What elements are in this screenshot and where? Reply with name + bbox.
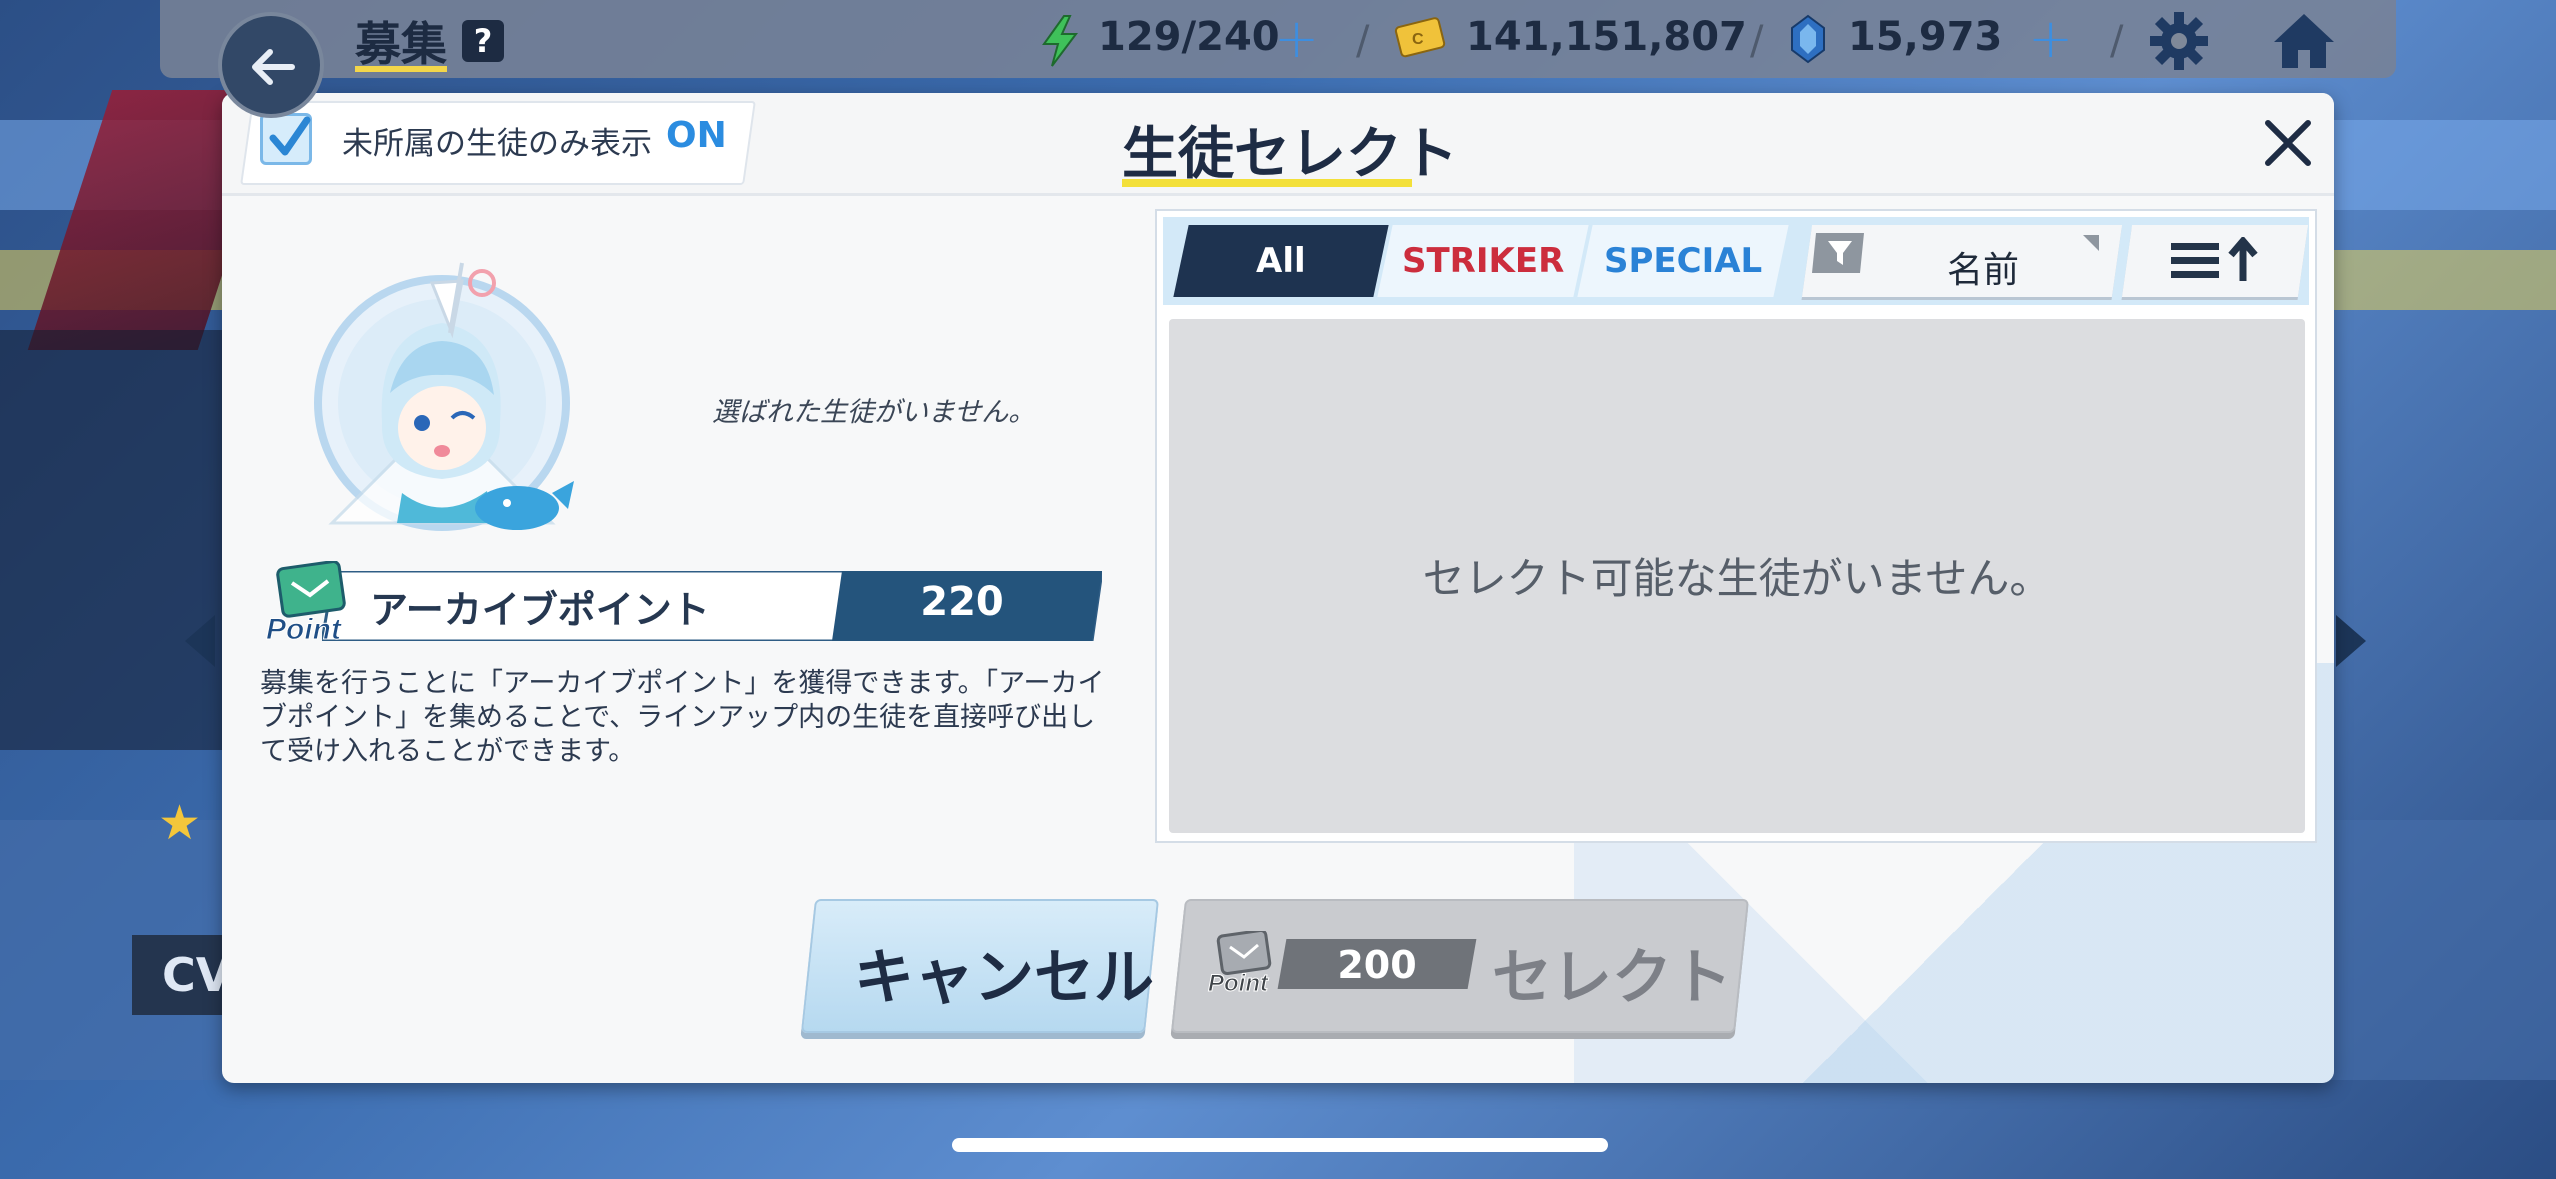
dropdown-corner-icon	[2083, 235, 2099, 251]
tab-striker[interactable]: STRIKER	[1377, 225, 1589, 297]
help-button[interactable]: ?	[462, 20, 504, 62]
archive-point-description: 募集を行うことに「アーカイブポイント」を獲得できます。「アーカイブポイント」を集…	[260, 668, 1105, 767]
next-arrow-icon[interactable]	[2336, 615, 2366, 667]
filter-label: 未所属の生徒のみ表示	[342, 126, 652, 162]
point-ticket-icon: Point	[1208, 931, 1272, 997]
sort-ascending-icon	[2171, 237, 2258, 281]
gear-icon[interactable]	[2148, 10, 2210, 72]
filter-state: ON	[666, 115, 727, 156]
point-icon-text: Point	[266, 613, 343, 645]
divider: /	[2110, 18, 2124, 64]
student-placeholder-avatar	[314, 262, 574, 531]
svg-text:C: C	[1412, 31, 1424, 48]
checkbox[interactable]	[260, 113, 312, 165]
tab-striker-label: STRIKER	[1401, 241, 1565, 281]
divider: /	[1356, 18, 1370, 64]
point-icon-text: Point	[1208, 970, 1269, 997]
tab-all-label: All	[1256, 241, 1306, 281]
star-icon: ★	[158, 795, 202, 851]
cancel-button-label: キャンセル	[854, 943, 1154, 1013]
student-list: セレクト可能な生徒がいません。	[1169, 319, 2305, 833]
student-select-dialog: 未所属の生徒のみ表示 ON 生徒セレクト 選ばれた生徒がいません。 Point …	[222, 93, 2334, 1083]
title-underline	[355, 66, 447, 72]
filter-funnel-icon[interactable]	[1812, 231, 1868, 275]
pyroxene-icon	[1791, 14, 1825, 64]
ap-counter: 129/240	[1098, 14, 1280, 60]
title-underline	[1122, 179, 1412, 187]
checkmark-icon	[269, 116, 311, 156]
tab-all[interactable]: All	[1173, 225, 1389, 297]
back-button[interactable]	[218, 12, 324, 118]
tab-special[interactable]: SPECIAL	[1577, 225, 1789, 297]
credit-icon: C	[1394, 17, 1446, 58]
empty-list-message: セレクト可能な生徒がいません。	[1422, 554, 2052, 603]
close-icon[interactable]	[2258, 113, 2318, 173]
add-pyroxene-button[interactable]: +	[2028, 12, 2073, 66]
select-button-label: セレクト	[1492, 943, 1732, 1013]
archive-point-label: アーカイブポイント	[370, 588, 710, 632]
lightning-icon	[1042, 15, 1078, 67]
sort-label: 名前	[1947, 250, 2020, 291]
top-bar: 募集 ? 129/240 + / C 141,151,807 / 15,973 …	[160, 0, 2396, 78]
no-selection-text: 選ばれた生徒がいません。	[712, 397, 1036, 428]
tab-special-label: SPECIAL	[1603, 241, 1763, 281]
credit-counter: 141,151,807	[1466, 14, 1747, 60]
background-character	[0, 330, 230, 750]
dialog-title: 生徒セレクト	[1122, 122, 1458, 187]
back-arrow-icon	[252, 49, 295, 85]
divider: /	[1750, 18, 1764, 64]
student-list-panel: All STRIKER SPECIAL 名前 セレクト可能な生徒がいません。	[1155, 209, 2317, 843]
home-indicator[interactable]	[952, 1138, 1608, 1152]
add-ap-button[interactable]: +	[1274, 12, 1319, 66]
point-ticket-icon: Point	[266, 561, 346, 645]
page-title: 募集	[355, 17, 447, 71]
archive-point-value: 220	[920, 579, 1004, 625]
home-icon[interactable]	[2272, 10, 2336, 72]
select-cost-value: 200	[1337, 943, 1417, 987]
prev-arrow-icon[interactable]	[185, 615, 215, 667]
pyroxene-counter: 15,973	[1848, 14, 2003, 60]
